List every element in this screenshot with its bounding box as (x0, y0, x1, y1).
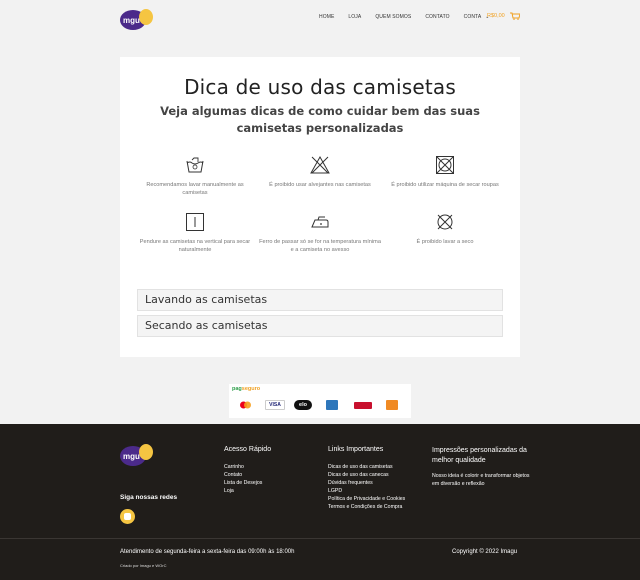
footer-link-termos[interactable]: Termos e Condições de Compra (328, 503, 405, 511)
hipercard-icon (354, 402, 372, 409)
tip-line-dry: Pendure as camisetas na vertical para se… (130, 212, 260, 254)
cart-amount[interactable]: R$0,00 (487, 13, 505, 19)
cart-icon[interactable] (509, 12, 520, 20)
credit: Criado por Imagu e WOrC (120, 563, 167, 568)
elo-icon: elo (294, 400, 312, 410)
tip-text: Ferro de passar só se for na temperatura… (259, 239, 381, 253)
important-links-title: Links Importantes (328, 446, 384, 453)
footer-link-lista-desejos[interactable]: Lista de Desejos (224, 479, 271, 487)
tip-text: Recomendamos lavar manualmente as camise… (146, 182, 244, 196)
accordion-title[interactable]: Secando as camisetas (145, 319, 268, 332)
page-subtitle: Veja algumas dicas de como cuidar bem da… (160, 104, 480, 135)
tip-iron-low: Ferro de passar só se for na temperatura… (255, 212, 385, 254)
tip-text: Pendure as camisetas na vertical para se… (139, 239, 251, 253)
quick-access-title: Acesso Rápido (224, 446, 272, 453)
hand-wash-icon (186, 157, 204, 173)
footer-link-carrinho[interactable]: Carrinho (224, 463, 271, 471)
tip-no-bleach: É proibido usar alvejantes nas camisetas (255, 155, 385, 189)
nav-home[interactable]: HOME (319, 14, 334, 20)
tip-text: É proibido utilizar máquina de secar rou… (391, 182, 499, 188)
footer-link-duvidas[interactable]: Dúvidas frequentes (328, 479, 405, 487)
no-dry-clean-icon (437, 214, 453, 230)
instagram-icon[interactable] (120, 509, 135, 524)
footer-link-loja[interactable]: Loja (224, 487, 271, 495)
tip-text: É proibido lavar a seco (416, 239, 474, 245)
footer-link-privacidade[interactable]: Política de Privacidade e Cookies (328, 495, 405, 503)
nav-contato[interactable]: CONTATO (425, 14, 449, 20)
visa-icon: VISA (265, 400, 285, 410)
care-tips-card: Dica de uso das camisetas Veja algumas d… (120, 57, 520, 357)
footer-link-contato[interactable]: Contato (224, 471, 271, 479)
no-bleach-icon (310, 155, 330, 174)
footer-link-dicas-camisetas[interactable]: Dicas de uso das camisetas (328, 463, 405, 471)
nav-loja[interactable]: LOJA (348, 14, 361, 20)
tip-no-machine-dry: É proibido utilizar máquina de secar rou… (380, 155, 510, 189)
svg-text:mgu: mgu (123, 452, 140, 461)
cart[interactable]: R$0,00 (487, 12, 520, 20)
footer-logo[interactable]: mgu (119, 441, 155, 468)
tip-text: É proibido usar alvejantes nas camisetas (269, 182, 371, 188)
tip-hand-wash: Recomendamos lavar manualmente as camise… (130, 155, 260, 197)
line-dry-icon (186, 213, 204, 231)
about: Impressões personalizadas da melhor qual… (432, 446, 532, 488)
no-machine-dry-icon (436, 156, 454, 174)
accordion-lavando[interactable]: Lavando as camisetas (137, 289, 503, 311)
brand-logo[interactable]: mgu (119, 6, 155, 32)
site-footer: mgu Siga nossas redes Acesso Rápido Carr… (0, 424, 640, 580)
main-nav: HOME LOJA QUEM SOMOS CONTATO CONTA ⌄ (319, 14, 489, 20)
accordion-title[interactable]: Lavando as camisetas (145, 293, 267, 306)
pagseguro-logo: pagseguro (232, 386, 261, 392)
tip-no-dry-clean: É proibido lavar a seco (380, 212, 510, 246)
nav-conta[interactable]: CONTA (464, 14, 482, 20)
copyright: Copyright © 2022 Imagu (452, 549, 518, 555)
service-hours: Atendimento de segunda-feira a sexta-fei… (120, 549, 295, 555)
boleto-icon (386, 400, 398, 410)
quick-access: Acesso Rápido Carrinho Contato Lista de … (224, 446, 271, 495)
site-header: mgu HOME LOJA QUEM SOMOS CONTATO CONTA ⌄… (0, 0, 640, 34)
mastercard-icon (237, 400, 254, 410)
follow-label: Siga nossas redes (120, 494, 178, 501)
nav-quem-somos[interactable]: QUEM SOMOS (375, 14, 411, 20)
svg-text:mgu: mgu (123, 16, 140, 25)
about-text: Nosso ideia é colorir e transformar obje… (432, 473, 530, 487)
about-title: Impressões personalizadas da melhor qual… (432, 447, 527, 464)
amex-icon (326, 400, 338, 410)
payment-methods: pagseguro VISA elo (229, 384, 411, 418)
iron-low-icon (311, 216, 329, 228)
important-links: Links Importantes Dicas de uso das camis… (328, 446, 405, 511)
footer-link-dicas-canecas[interactable]: Dicas de uso das canecas (328, 471, 405, 479)
accordion-secando[interactable]: Secando as camisetas (137, 315, 503, 337)
footer-link-lgpd[interactable]: LGPD (328, 487, 405, 495)
footer-divider (0, 538, 640, 539)
page-title: Dica de uso das camisetas (184, 75, 456, 99)
